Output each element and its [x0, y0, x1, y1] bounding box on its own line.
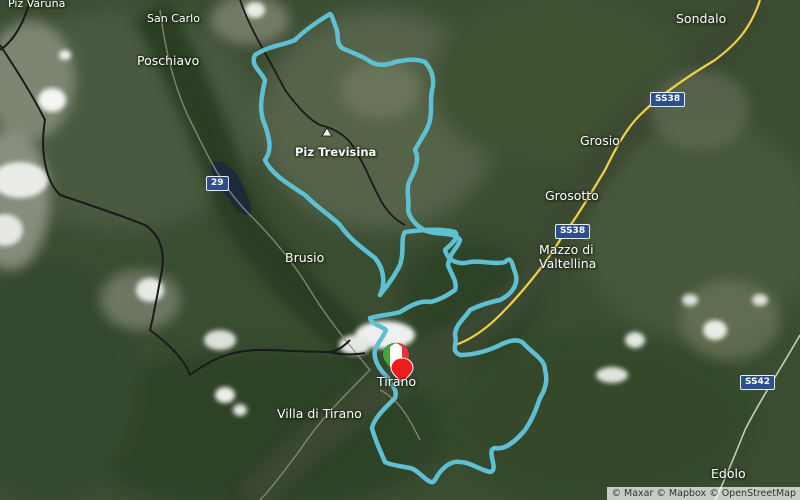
- place-label-mazzo-di-valtellina: Mazzo di Valtellina: [539, 242, 597, 271]
- attribution-osm-link[interactable]: © OpenStreetMap: [709, 488, 796, 499]
- place-label-piz-varuna: Piz Varuna: [8, 0, 66, 10]
- place-label-villa-di-tirano: Villa di Tirano: [277, 406, 362, 421]
- road-shield-ss42: SS42: [740, 375, 776, 390]
- place-label-tirano: Tirano: [377, 374, 417, 389]
- place-label-poschiavo: Poschiavo: [137, 53, 200, 68]
- place-label-piz-trevisina: Piz Trevisina: [295, 145, 377, 159]
- road-shield-ss38: SS38: [650, 92, 686, 107]
- attribution-mapbox-link[interactable]: © Mapbox: [656, 488, 706, 499]
- map-attribution: © Maxar © Mapbox © OpenStreetMap: [607, 487, 800, 500]
- place-label-san-carlo: San Carlo: [147, 12, 200, 25]
- attribution-maxar-link[interactable]: © Maxar: [611, 488, 653, 499]
- place-label-sondalo: Sondalo: [676, 11, 727, 26]
- place-label-grosio: Grosio: [580, 133, 620, 148]
- map-view[interactable]: Piz Varuna San Carlo Poschiavo Sondalo P…: [0, 0, 800, 500]
- road-shield-29: 29: [206, 176, 229, 191]
- place-label-grosotto: Grosotto: [545, 188, 599, 203]
- satellite-terrain: [0, 0, 800, 500]
- place-label-edolo: Edolo: [711, 466, 746, 481]
- place-label-brusio: Brusio: [285, 250, 325, 265]
- road-shield-ss38: SS38: [555, 224, 591, 239]
